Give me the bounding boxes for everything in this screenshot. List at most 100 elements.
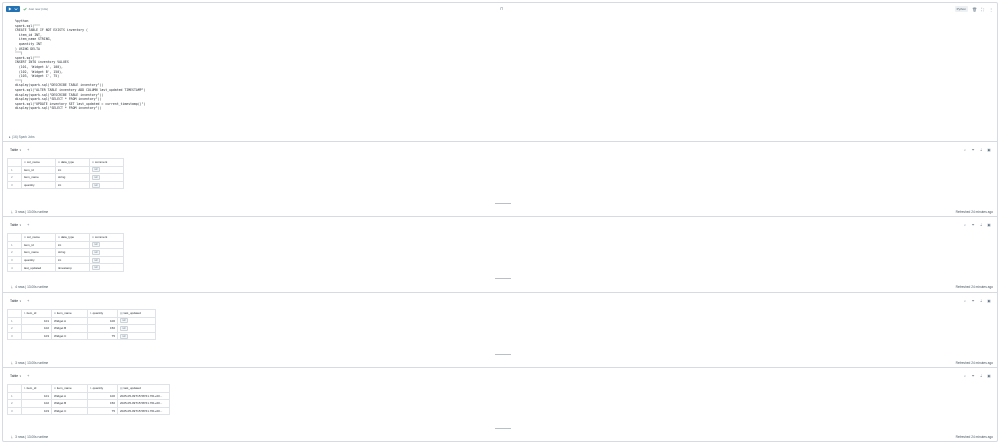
spark-jobs-toggle[interactable]: ▸ (16) Spark Jobs [9, 135, 35, 139]
table-cell: item_id [21, 165, 56, 175]
table-row[interactable]: 1 item_id int null [7, 240, 124, 250]
chevron-down-icon[interactable] [14, 7, 18, 11]
pin-icon[interactable]: ⇣ [979, 223, 983, 227]
panel-icon[interactable]: ▣ [987, 148, 991, 152]
table-cell: string [55, 173, 90, 182]
table-cell: 150 [87, 324, 118, 333]
run-cell-button[interactable] [6, 6, 20, 12]
result-footer: ⤓ 3 rows | 13.00s runtime [11, 210, 48, 214]
download-icon[interactable]: ⤓ [11, 361, 13, 365]
table-row[interactable]: 2 102 Widget B 150 null [7, 324, 156, 333]
resize-handle[interactable] [495, 428, 511, 429]
filter-icon[interactable]: ⏷ [971, 299, 975, 303]
row-index: 3 [7, 331, 22, 341]
add-visualization-icon[interactable]: + [27, 298, 29, 303]
filter-icon[interactable]: ⏷ [971, 148, 975, 152]
column-header[interactable]: Aitem_name [51, 309, 88, 318]
column-header[interactable]: 1quantity [87, 384, 118, 393]
tab-table[interactable]: Table ▾ [10, 299, 21, 303]
chevron-down-icon[interactable]: ▾ [20, 374, 21, 378]
add-visualization-icon[interactable]: + [27, 373, 29, 378]
search-icon[interactable]: ⌕ [963, 223, 967, 227]
null-badge: null [92, 182, 100, 188]
column-header[interactable]: ▤last_updated [117, 309, 156, 318]
table-cell: 103 [21, 406, 52, 416]
filter-icon[interactable]: ⏷ [971, 374, 975, 378]
resize-handle[interactable] [495, 203, 511, 204]
chevron-down-icon[interactable]: ▾ [20, 148, 21, 152]
result-panel: Table ▾ + ⌕ ⏷ ⇣ ▣ 1item_id Aitem_name 1qua… [3, 292, 997, 367]
resize-handle[interactable] [495, 354, 511, 355]
more-options-icon[interactable]: ⋮ [989, 7, 993, 12]
pin-icon[interactable]: ⇣ [979, 374, 983, 378]
column-name: col_name [26, 160, 40, 165]
column-header[interactable]: 1quantity [87, 309, 118, 318]
add-visualization-icon[interactable]: + [27, 222, 29, 227]
tab-table[interactable]: Table ▾ [10, 223, 21, 227]
table-row[interactable]: 3 quantity int null [7, 255, 124, 265]
column-header[interactable]: Aitem_name [51, 384, 88, 393]
table-row[interactable]: 3 103 Widget C 75 null [7, 331, 156, 341]
table-row[interactable]: 2 item_name string null [7, 248, 124, 257]
type-icon: A [54, 386, 56, 391]
column-header[interactable]: Adata_type [55, 233, 90, 242]
table-row[interactable]: 1 101 Widget A 100 2025-05-09T15:58:51.761+0… [7, 391, 170, 401]
play-icon [8, 7, 12, 11]
type-icon: 1 [24, 386, 26, 391]
panel-icon[interactable]: ▣ [987, 374, 991, 378]
trash-icon[interactable]: 🗑 [972, 7, 977, 12]
table-row[interactable]: 2 102 Widget B 150 2025-05-09T15:58:51.761+0… [7, 399, 170, 408]
type-icon: 1 [90, 311, 92, 316]
table-cell: 2025-05-09T15:58:51.761+00... [117, 391, 170, 401]
row-index: 1 [7, 316, 22, 326]
table-row[interactable]: 1 101 Widget A 100 null [7, 316, 156, 326]
column-header[interactable]: Acol_name [21, 158, 56, 167]
pin-icon[interactable]: ⇣ [979, 148, 983, 152]
column-header[interactable]: Adata_type [55, 158, 90, 167]
type-icon: 1 [24, 311, 26, 316]
chevron-down-icon[interactable]: ▾ [20, 299, 21, 303]
table-cell: 2025-05-09T15:58:51.761+00... [117, 399, 170, 408]
cell-drag-handle[interactable]: ⊓ [500, 6, 503, 11]
search-icon[interactable]: ⌕ [963, 374, 967, 378]
table-row[interactable]: 3 103 Widget C 75 2025-05-09T15:58:51.761+00… [7, 406, 170, 416]
row-index: 4 [7, 263, 22, 272]
code-editor[interactable]: %python spark.sql(""" CREATE TABLE IF NOT … [15, 19, 146, 111]
panel-icon[interactable]: ▣ [987, 223, 991, 227]
table-cell: 2025-05-09T15:58:51.761+00... [117, 406, 170, 416]
column-header[interactable]: 1item_id [21, 309, 52, 318]
download-icon[interactable]: ⤓ [11, 285, 13, 289]
table-row[interactable]: 3 quantity int null [7, 180, 124, 190]
result-footer: ⤓ 3 rows | 13.00s runtime [11, 435, 48, 439]
download-icon[interactable]: ⤓ [11, 210, 13, 214]
column-header[interactable]: ▤last_updated [117, 384, 170, 393]
download-icon[interactable]: ⤓ [11, 435, 13, 439]
pin-icon[interactable]: ⇣ [979, 299, 983, 303]
resize-handle[interactable] [495, 278, 511, 279]
table-cell: null [117, 324, 156, 333]
table-row[interactable]: 1 item_id int null [7, 165, 124, 175]
table-row[interactable]: 2 item_name string null [7, 173, 124, 182]
table-cell: Widget C [51, 331, 88, 341]
search-icon[interactable]: ⌕ [963, 299, 967, 303]
language-selector[interactable]: Python [954, 6, 968, 12]
table-cell: null [89, 240, 124, 250]
expand-icon[interactable]: ⛶ [981, 7, 985, 12]
search-icon[interactable]: ⌕ [963, 148, 967, 152]
add-visualization-icon[interactable]: + [27, 147, 29, 152]
table-cell: int [55, 180, 90, 190]
cell-actions: 🗑 ⛶ ⋮ [972, 7, 993, 12]
tab-table[interactable]: Table ▾ [10, 148, 21, 152]
column-header[interactable]: 1item_id [21, 384, 52, 393]
chevron-down-icon[interactable]: ▾ [20, 223, 21, 227]
table-cell: 103 [21, 331, 52, 341]
filter-icon[interactable]: ⏷ [971, 223, 975, 227]
table-cell: Widget B [51, 324, 88, 333]
refreshed-time: Refreshed 24 minutes ago [955, 435, 993, 439]
column-header[interactable]: Acomment [89, 158, 124, 167]
table-row[interactable]: 4 last_updated timestamp null [7, 263, 124, 272]
tab-table[interactable]: Table ▾ [10, 374, 21, 378]
column-header[interactable]: Acol_name [21, 233, 56, 242]
panel-icon[interactable]: ▣ [987, 299, 991, 303]
column-header[interactable]: Acomment [89, 233, 124, 242]
